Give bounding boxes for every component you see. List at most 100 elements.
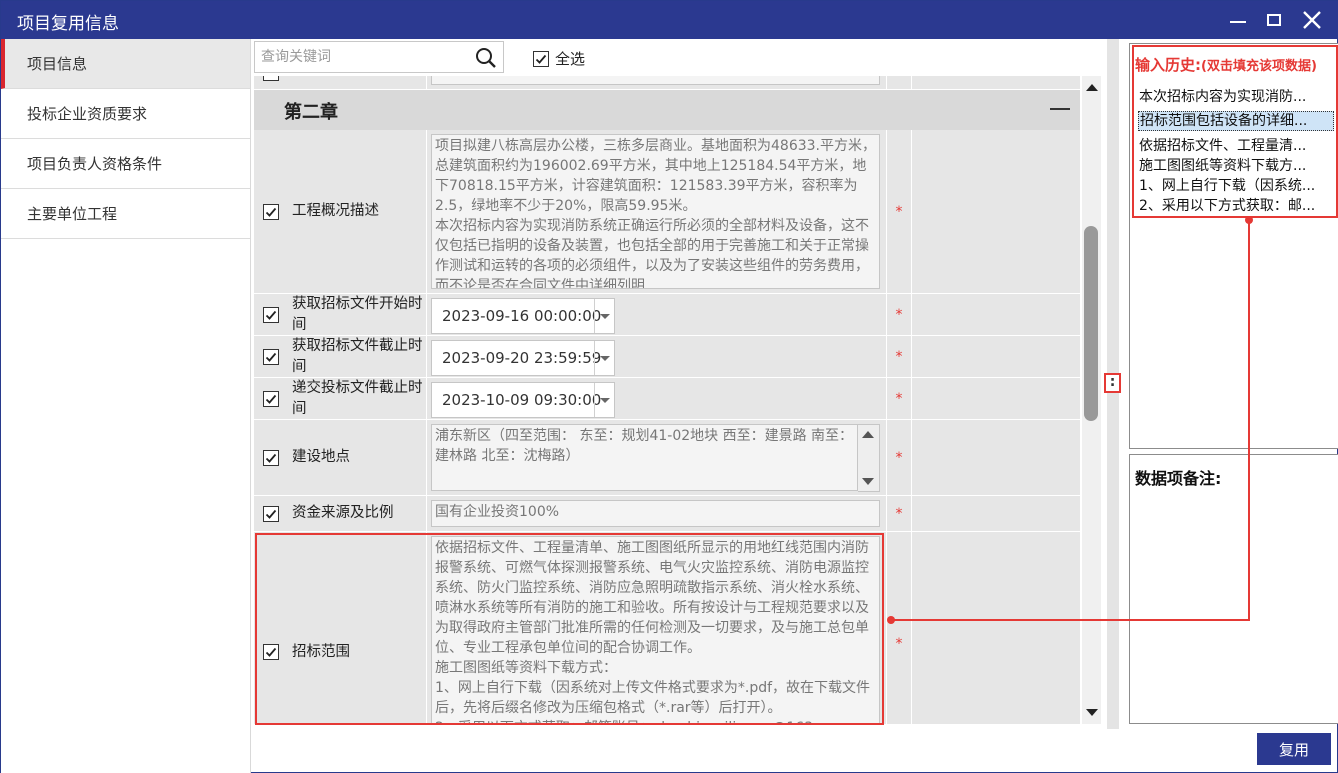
row-label: 获取招标文件开始时间 — [292, 295, 423, 333]
select-all[interactable]: 全选 — [533, 48, 585, 68]
row-checkbox[interactable] — [263, 348, 279, 365]
scroll-down-icon[interactable] — [861, 477, 875, 487]
datetime-value: 2023-09-16 00:00:00 — [442, 307, 602, 325]
form-row-partial — [254, 76, 1080, 90]
check-icon — [265, 394, 277, 404]
check-icon — [535, 54, 547, 64]
check-icon — [265, 647, 277, 657]
search-icon[interactable] — [475, 47, 497, 69]
row-label: 获取招标文件截止时间 — [292, 337, 423, 375]
history-item[interactable]: 2、采用以下方式获取：邮... — [1138, 196, 1334, 216]
row-label: 递交投标文件截止时间 — [292, 379, 423, 417]
history-subtitle: (双击填充该项数据) — [1201, 59, 1317, 74]
datetime-picker[interactable]: 2023-09-16 00:00:00 — [431, 298, 615, 334]
history-item[interactable]: 施工图图纸等资料下载方... — [1138, 156, 1334, 176]
required-mark: * — [886, 336, 912, 377]
dropdown-button[interactable] — [594, 299, 614, 333]
collapse-icon[interactable] — [1050, 108, 1070, 110]
required-mark: * — [886, 130, 912, 293]
check-icon — [265, 207, 277, 217]
close-icon — [1303, 11, 1321, 29]
dropdown-button[interactable] — [594, 341, 614, 375]
row-label: 工程概况描述 — [292, 203, 379, 219]
sidebar-item-manager-qualification[interactable]: 项目负责人资格条件 — [1, 139, 250, 189]
history-box: 输入历史:(双击填充该项数据) 本次招标内容为实现消防... 招标范围包括设备的… — [1132, 45, 1338, 218]
chevron-down-icon — [600, 314, 610, 319]
row-value-input[interactable]: 国有企业投资100% — [431, 500, 880, 527]
row-checkbox[interactable] — [263, 449, 279, 466]
form-row-bid-scope: 招标范围 依据招标文件、工程量清单、施工图图纸所显示的用地红线范围内消防报警系统… — [254, 532, 1080, 724]
row-checkbox[interactable] — [263, 306, 279, 323]
sidebar: 项目信息 投标企业资质要求 项目负责人资格条件 主要单位工程 — [1, 39, 251, 773]
maximize-icon — [1267, 14, 1281, 26]
row-label: 资金来源及比例 — [292, 505, 394, 521]
row-checkbox[interactable] — [263, 203, 279, 220]
splitter-handle[interactable]: : — [1104, 373, 1121, 393]
sidebar-item-project-info[interactable]: 项目信息 — [1, 39, 250, 89]
history-item[interactable]: 1、网上自行下载（因系统... — [1138, 176, 1334, 196]
form-row-location: 建设地点 浦东新区（四至范围： 东至：规划41-02地块 西至：建景路 南至：建… — [254, 420, 1080, 496]
search-box — [254, 41, 504, 73]
row-checkbox[interactable] — [263, 76, 279, 81]
scrollbar-thumb[interactable] — [1084, 226, 1098, 421]
form-row-project-overview: 工程概况描述 项目拟建八栋高层办公楼，三栋多层商业。基地面积为48633.平方米… — [254, 130, 1080, 294]
scroll-up-icon[interactable] — [1084, 80, 1100, 94]
datetime-picker[interactable]: 2023-09-20 23:59:59 — [431, 340, 615, 376]
required-mark: * — [886, 420, 912, 495]
row-value-partial[interactable] — [431, 76, 880, 85]
required-mark: * — [886, 294, 912, 335]
required-mark: * — [886, 532, 912, 724]
required-mark: * — [886, 378, 912, 419]
row-checkbox[interactable] — [263, 644, 279, 660]
window-title: 项目复用信息 — [17, 14, 119, 34]
dropdown-button[interactable] — [594, 383, 614, 417]
datetime-value: 2023-09-20 23:59:59 — [442, 349, 602, 367]
maximize-button[interactable] — [1259, 7, 1289, 33]
row-value-textarea[interactable]: 浦东新区（四至范围： 东至：规划41-02地块 西至：建景路 南至：建林路 北至… — [431, 424, 858, 491]
chapter-title: 第二章 — [284, 102, 338, 123]
history-item-selected[interactable]: 招标范围包括设备的详细... — [1138, 111, 1334, 131]
select-all-checkbox[interactable] — [533, 50, 549, 67]
row-label: 建设地点 — [292, 449, 350, 465]
history-item[interactable]: 依据招标文件、工程量清... — [1138, 136, 1334, 156]
chevron-down-icon — [600, 356, 610, 361]
check-icon — [265, 509, 277, 519]
form-row-doc-end-time: 获取招标文件截止时间 2023-09-20 23:59:59 * — [254, 336, 1080, 378]
history-item[interactable]: 本次招标内容为实现消防... — [1138, 87, 1334, 107]
textarea-scrollbar[interactable] — [858, 424, 880, 492]
notes-panel: 数据项备注: — [1129, 454, 1338, 724]
scroll-up-icon[interactable] — [861, 429, 875, 439]
row-checkbox[interactable] — [263, 390, 279, 407]
check-icon — [265, 352, 277, 362]
minimize-icon — [1230, 21, 1246, 23]
sidebar-item-bidder-qualification[interactable]: 投标企业资质要求 — [1, 89, 250, 139]
scroll-down-icon[interactable] — [1084, 706, 1100, 720]
history-title-text: 输入历史: — [1135, 56, 1201, 74]
title-bar: 项目复用信息 — [1, 1, 1338, 39]
chevron-down-icon — [600, 398, 610, 403]
search-input[interactable] — [261, 46, 461, 68]
close-button[interactable] — [1297, 7, 1327, 33]
reuse-dialog: 项目复用信息 项目信息 投标企业资质要求 项目负责人资格条件 主要单位工程 全选 — [0, 0, 1338, 773]
minimize-button[interactable] — [1223, 7, 1253, 33]
select-all-label: 全选 — [555, 50, 586, 68]
form-row-funding: 资金来源及比例 国有企业投资100% * — [254, 496, 1080, 532]
form-row-doc-start-time: 获取招标文件开始时间 2023-09-16 00:00:00 * — [254, 294, 1080, 336]
row-value-textarea[interactable]: 依据招标文件、工程量清单、施工图图纸所显示的用地红线范围内消防报警系统、可燃气体… — [431, 536, 880, 724]
form-scrollbar[interactable] — [1082, 76, 1101, 724]
row-label: 招标范围 — [292, 643, 350, 660]
check-icon — [265, 453, 277, 463]
reuse-button[interactable]: 复用 — [1257, 733, 1331, 765]
check-icon — [265, 310, 277, 320]
form-row-bid-deadline: 递交投标文件截止时间 2023-10-09 09:30:00 * — [254, 378, 1080, 420]
row-value-textarea[interactable]: 项目拟建八栋高层办公楼，三栋多层商业。基地面积为48633.平方米，总建筑面积约… — [431, 134, 880, 289]
required-mark: * — [886, 496, 912, 531]
history-title: 输入历史:(双击填充该项数据) — [1135, 54, 1317, 75]
datetime-value: 2023-10-09 09:30:00 — [442, 391, 602, 409]
datetime-picker[interactable]: 2023-10-09 09:30:00 — [431, 382, 615, 418]
sidebar-item-main-units[interactable]: 主要单位工程 — [1, 189, 250, 239]
form-area: 第二章 工程概况描述 项目拟建八栋高层办公楼，三栋多层商业。基地面积为48633… — [254, 76, 1080, 724]
notes-title: 数据项备注: — [1135, 469, 1222, 488]
chapter-header: 第二章 — [254, 90, 1080, 130]
row-checkbox[interactable] — [263, 505, 279, 522]
